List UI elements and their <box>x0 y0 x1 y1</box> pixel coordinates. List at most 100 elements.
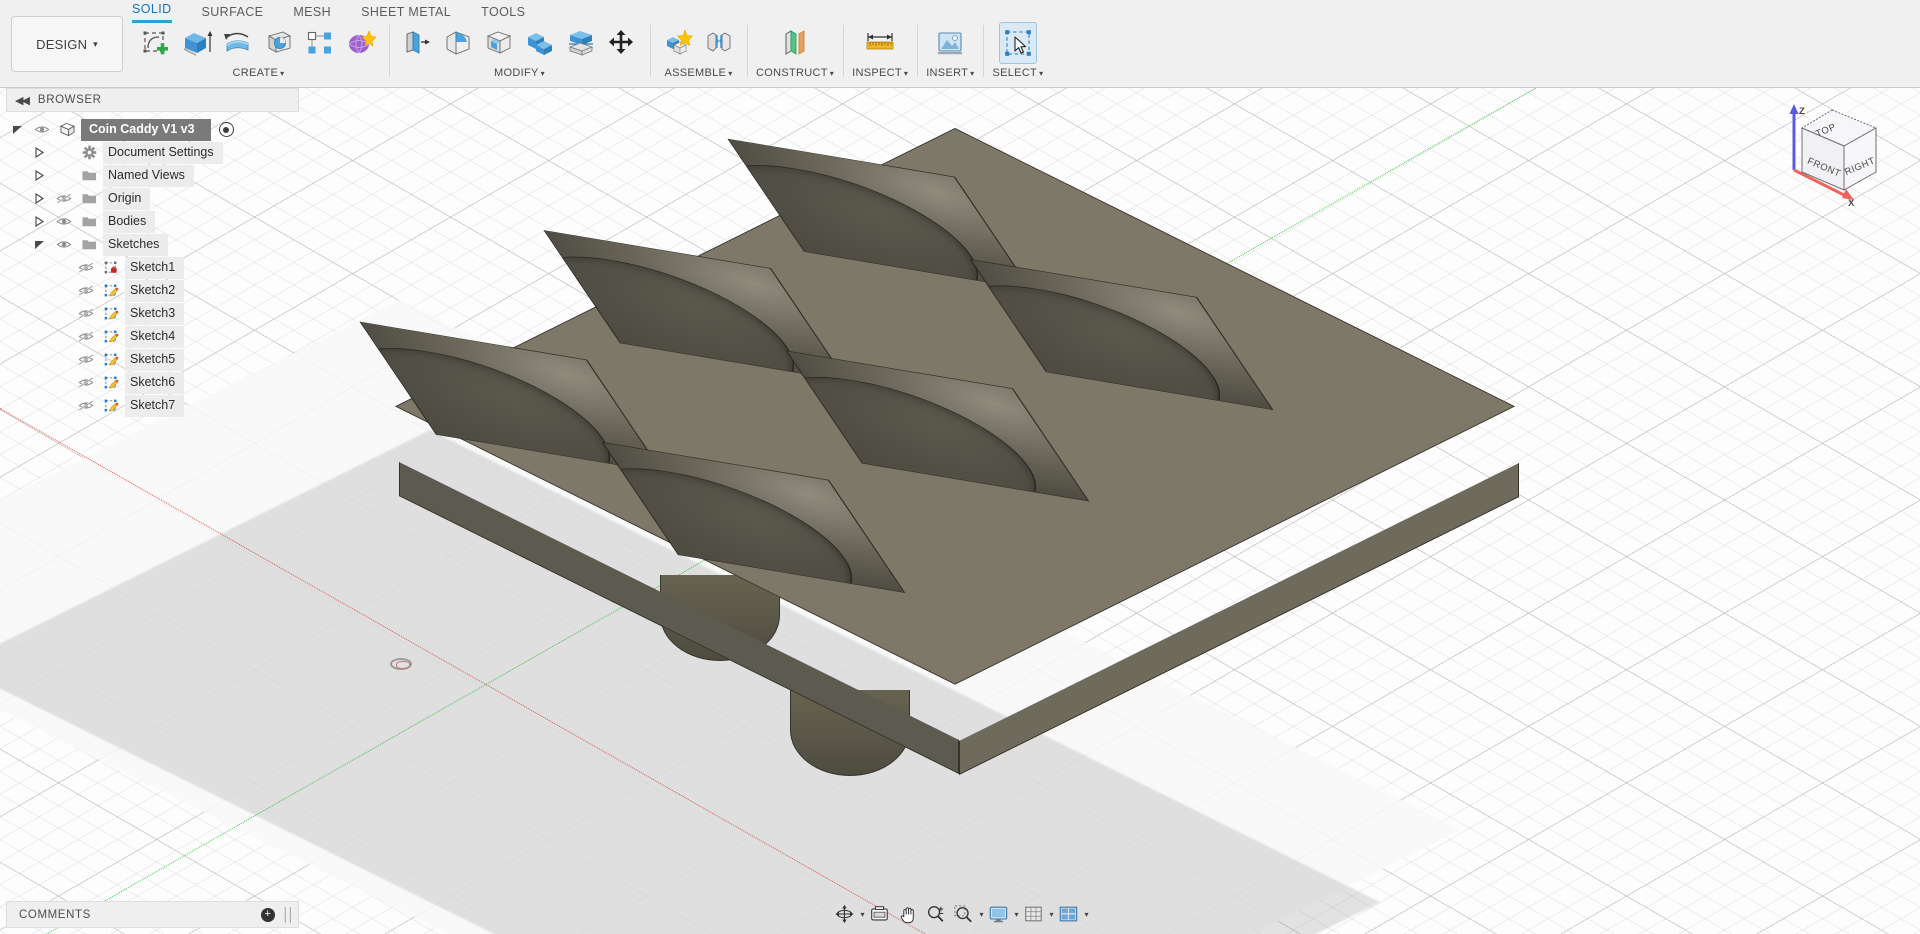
x-axis-label: X <box>1848 198 1855 209</box>
tree-node-label: Sketches <box>103 233 169 256</box>
fit-icon[interactable] <box>950 901 976 927</box>
shell-icon[interactable] <box>480 22 518 64</box>
group-label-construct[interactable]: CONSTRUCT ▾ <box>756 67 834 79</box>
tree-node-sketch1[interactable]: Sketch1 <box>6 256 299 279</box>
eye-hidden-icon[interactable] <box>52 187 75 210</box>
flange-icon[interactable] <box>398 22 436 64</box>
group-label-modify[interactable]: MODIFY ▾ <box>494 67 545 79</box>
folder-icon <box>77 233 101 256</box>
origin-point-marker[interactable] <box>390 658 412 670</box>
view-cube[interactable]: Z X TOP FRONT RIGHT <box>1772 92 1902 210</box>
eye-visible-icon[interactable] <box>52 210 75 233</box>
tab-surface[interactable]: SURFACE <box>202 2 264 24</box>
workspace-label: DESIGN <box>36 36 88 52</box>
move-copy-icon[interactable] <box>603 22 641 64</box>
create-sketch-icon[interactable] <box>137 22 175 64</box>
chevron-expanded-icon[interactable] <box>28 233 50 256</box>
sweep-icon[interactable] <box>260 22 298 64</box>
select-cursor-icon[interactable] <box>998 22 1037 64</box>
offset-plane-icon[interactable] <box>776 22 814 64</box>
chevron-collapsed-icon[interactable] <box>28 210 50 233</box>
zoom-icon[interactable] <box>922 901 948 927</box>
group-label-insert[interactable]: INSERT ▾ <box>926 67 974 79</box>
sketch-icon <box>99 371 123 394</box>
fit-dropdown-caret-icon[interactable]: ▾ <box>979 910 983 919</box>
eye-hidden-icon[interactable] <box>74 256 97 279</box>
sketch-icon <box>99 325 123 348</box>
chevron-collapsed-icon[interactable] <box>28 141 50 164</box>
browser-header: ◀◀ BROWSER <box>6 88 299 112</box>
group-label-inspect[interactable]: INSPECT ▾ <box>852 67 908 79</box>
eye-hidden-icon[interactable] <box>74 371 97 394</box>
insert-mcmaster-icon[interactable] <box>931 22 969 64</box>
tree-node-sketches[interactable]: Sketches <box>6 233 299 256</box>
tab-mesh[interactable]: MESH <box>293 2 331 24</box>
ribbon-group-insert: INSERT ▾ <box>917 22 983 88</box>
tree-node-label: Sketch4 <box>125 325 185 348</box>
chevron-collapsed-icon[interactable] <box>28 187 50 210</box>
collapse-panel-icon[interactable]: ◀◀ <box>15 94 30 107</box>
tree-node-label: Bodies <box>103 210 156 233</box>
grid-dropdown-caret-icon[interactable]: ▾ <box>1050 910 1054 919</box>
add-comment-icon[interactable]: + <box>260 907 275 922</box>
group-label-create[interactable]: CREATE ▾ <box>233 67 285 79</box>
new-component-icon[interactable] <box>659 22 697 64</box>
tree-node-document-settings[interactable]: Document Settings <box>6 141 299 164</box>
tab-tools[interactable]: TOOLS <box>481 2 525 24</box>
comments-panel[interactable]: COMMENTS + ││ <box>6 901 299 928</box>
chevron-expanded-icon[interactable] <box>6 118 28 141</box>
look-at-icon[interactable] <box>866 901 892 927</box>
activate-component-radio[interactable] <box>218 122 234 137</box>
eye-visible-icon[interactable] <box>30 118 53 141</box>
pan-icon[interactable] <box>894 901 920 927</box>
group-label-select[interactable]: SELECT ▾ <box>992 67 1043 79</box>
resize-grip-icon[interactable]: ││ <box>282 907 295 922</box>
eye-hidden-icon[interactable] <box>74 302 97 325</box>
eye-visible-icon[interactable] <box>52 233 75 256</box>
joint-icon[interactable] <box>700 22 738 64</box>
group-label-assemble[interactable]: ASSEMBLE ▾ <box>664 67 732 79</box>
tree-node-label: Origin <box>103 187 151 210</box>
split-face-icon[interactable] <box>562 22 600 64</box>
gear-icon <box>77 141 101 164</box>
combine-icon[interactable] <box>521 22 559 64</box>
folder-icon <box>77 210 101 233</box>
tree-node-sketch2[interactable]: Sketch2 <box>6 279 299 302</box>
viewports-icon[interactable] <box>1056 901 1082 927</box>
pattern-icon[interactable] <box>301 22 339 64</box>
orbit-dropdown-caret-icon[interactable]: ▾ <box>860 910 864 919</box>
tree-node-sketch5[interactable]: Sketch5 <box>6 348 299 371</box>
tree-node-sketch4[interactable]: Sketch4 <box>6 325 299 348</box>
form-icon[interactable] <box>342 22 380 64</box>
tree-node-label: Sketch2 <box>125 279 185 302</box>
viewports-dropdown-caret-icon[interactable]: ▾ <box>1085 910 1089 919</box>
tree-node-named-views[interactable]: Named Views <box>6 164 299 187</box>
tab-sheet-metal[interactable]: SHEET METAL <box>361 2 451 24</box>
eye-hidden-icon[interactable] <box>74 348 97 371</box>
measure-icon[interactable] <box>861 22 899 64</box>
chevron-collapsed-icon[interactable] <box>28 164 50 187</box>
pocket-4 <box>969 258 1274 411</box>
extrude-icon[interactable] <box>178 22 216 64</box>
fillet-icon[interactable] <box>439 22 477 64</box>
tree-node-coin-caddy-v1-v3[interactable]: Coin Caddy V1 v3 <box>6 118 299 141</box>
display-dropdown-caret-icon[interactable]: ▾ <box>1014 910 1018 919</box>
display-settings-icon[interactable] <box>985 901 1011 927</box>
orbit-icon[interactable] <box>831 901 857 927</box>
revolve-icon[interactable] <box>219 22 257 64</box>
tree-node-bodies[interactable]: Bodies <box>6 210 299 233</box>
eye-hidden-icon[interactable] <box>74 279 97 302</box>
tree-node-sketch3[interactable]: Sketch3 <box>6 302 299 325</box>
tree-node-sketch7[interactable]: Sketch7 <box>6 394 299 417</box>
eye-hidden-icon[interactable] <box>74 325 97 348</box>
eye-hidden-icon[interactable] <box>74 394 97 417</box>
ribbon-group-inspect: INSPECT ▾ <box>843 22 917 88</box>
navigation-bar: ▾ ▾ ▾ ▾ ▾ <box>831 900 1089 928</box>
tree-node-sketch6[interactable]: Sketch6 <box>6 371 299 394</box>
workspace-switcher-button[interactable]: DESIGN ▾ <box>11 16 123 72</box>
ribbon-toolbar: DESIGN ▾ SOLID SURFACE MESH SHEET METAL … <box>0 0 1920 88</box>
grid-snaps-icon[interactable] <box>1021 901 1047 927</box>
tree-node-origin[interactable]: Origin <box>6 187 299 210</box>
